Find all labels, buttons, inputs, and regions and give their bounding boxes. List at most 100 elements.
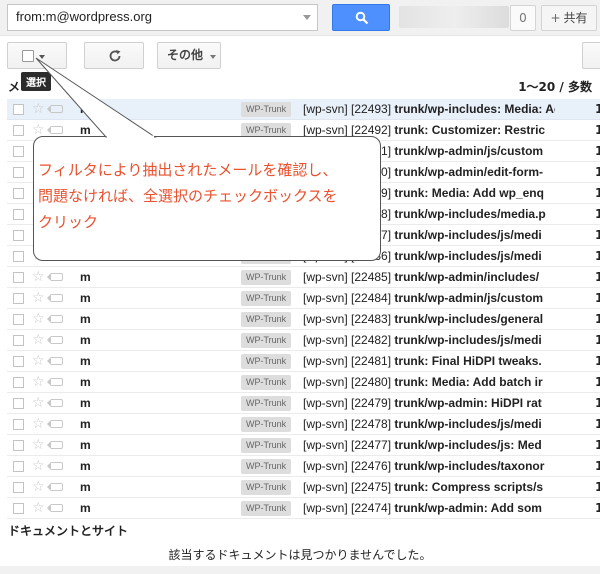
row-checkbox[interactable] xyxy=(13,377,24,388)
date: 1 xyxy=(595,480,600,494)
important-marker-icon[interactable] xyxy=(47,462,63,470)
label-badge[interactable]: WP-Trunk xyxy=(241,396,292,411)
message-row[interactable]: ☆ m WP-Trunk [wp-svn] [22479] trunk/wp-admi… xyxy=(7,393,600,414)
date: 1 xyxy=(595,417,600,431)
message-row[interactable]: ☆ m WP-Trunk [wp-svn] [22476] trunk/wp-incl… xyxy=(7,456,600,477)
label-badge[interactable]: WP-Trunk xyxy=(241,501,292,516)
subject: [wp-svn] [22478] trunk/wp-includes/js/me… xyxy=(303,417,555,431)
subject-prefix: [wp-svn] [22477] xyxy=(303,438,392,452)
subject-prefix: [wp-svn] [22483] xyxy=(303,312,392,326)
sender: m xyxy=(80,480,91,494)
important-marker-icon[interactable] xyxy=(47,315,63,323)
docs-empty-message: 該当するドキュメントは見つかりませんでした。 xyxy=(168,548,432,562)
row-checkbox[interactable] xyxy=(13,335,24,346)
subject: [wp-svn] [22482] trunk/wp-includes/js/me… xyxy=(303,333,555,347)
important-marker-icon[interactable] xyxy=(47,336,63,344)
label-badge[interactable]: WP-Trunk xyxy=(241,312,292,327)
subject-prefix: [wp-svn] [22481] xyxy=(303,354,392,368)
subject: [wp-svn] [22475] trunk: Compress scripts… xyxy=(303,480,555,494)
important-marker-icon[interactable] xyxy=(47,378,63,386)
subject-prefix: [wp-svn] [22479] xyxy=(303,396,392,410)
subject: [wp-svn] [22483] trunk/wp-includes/gener… xyxy=(303,312,555,326)
row-checkbox[interactable] xyxy=(13,419,24,430)
sender: m xyxy=(80,438,91,452)
label-badge[interactable]: WP-Trunk xyxy=(241,375,292,390)
star-icon[interactable]: ☆ xyxy=(32,310,45,328)
subject-prefix: [wp-svn] [22478] xyxy=(303,417,392,431)
star-icon[interactable]: ☆ xyxy=(32,415,45,433)
message-row[interactable]: ☆ m WP-Trunk [wp-svn] [22482] trunk/wp-incl… xyxy=(7,330,600,351)
sender: m xyxy=(80,417,91,431)
date: 1 xyxy=(595,438,600,452)
docs-section-title: ドキュメントとサイト xyxy=(8,524,129,538)
row-checkbox[interactable] xyxy=(13,398,24,409)
date: 1 xyxy=(595,354,600,368)
date: 1 xyxy=(595,501,600,515)
subject-text: trunk/wp-includes/js: Med xyxy=(391,438,542,452)
label-badge[interactable]: WP-Trunk xyxy=(241,459,292,474)
subject-prefix: [wp-svn] [22475] xyxy=(303,480,392,494)
subject-text: trunk/wp-includes/general xyxy=(391,312,544,326)
important-marker-icon[interactable] xyxy=(47,357,63,365)
date: 1 xyxy=(595,375,600,389)
sender: m xyxy=(80,333,91,347)
important-marker-icon[interactable] xyxy=(47,441,63,449)
message-row[interactable]: ☆ m WP-Trunk [wp-svn] [22480] trunk: Media:… xyxy=(7,372,600,393)
subject-text: trunk/wp-admin: Add som xyxy=(391,501,542,515)
important-marker-icon[interactable] xyxy=(47,483,63,491)
sender: m xyxy=(80,501,91,515)
important-marker-icon[interactable] xyxy=(47,420,63,428)
sender: m xyxy=(80,354,91,368)
bottom-bar xyxy=(0,566,600,574)
star-icon[interactable]: ☆ xyxy=(32,457,45,475)
subject-text: trunk/wp-includes/js/medi xyxy=(391,417,542,431)
date: 1 xyxy=(595,312,600,326)
subject: [wp-svn] [22477] trunk/wp-includes/js: M… xyxy=(303,438,555,452)
star-icon[interactable]: ☆ xyxy=(32,331,45,349)
label-badge[interactable]: WP-Trunk xyxy=(241,333,292,348)
star-icon[interactable]: ☆ xyxy=(32,394,45,412)
subject-text: trunk: Compress scripts/s xyxy=(391,480,544,494)
row-checkbox[interactable] xyxy=(13,461,24,472)
label-badge[interactable]: WP-Trunk xyxy=(241,354,292,369)
row-checkbox[interactable] xyxy=(13,440,24,451)
subject-text: trunk/wp-includes/taxonor xyxy=(391,459,545,473)
subject-text: trunk: Media: Add batch ir xyxy=(391,375,543,389)
label-badge[interactable]: WP-Trunk xyxy=(241,480,292,495)
subject: [wp-svn] [22479] trunk/wp-admin: HiDPI r… xyxy=(303,396,555,410)
subject: [wp-svn] [22474] trunk/wp-admin: Add som xyxy=(303,501,555,515)
row-checkbox[interactable] xyxy=(13,314,24,325)
sender: m xyxy=(80,396,91,410)
sender: m xyxy=(80,312,91,326)
message-row[interactable]: ☆ m WP-Trunk [wp-svn] [22478] trunk/wp-incl… xyxy=(7,414,600,435)
star-icon[interactable]: ☆ xyxy=(32,478,45,496)
subject-text: trunk/wp-includes/js/medi xyxy=(391,333,542,347)
callout-pointer-icon xyxy=(35,57,157,139)
important-marker-icon[interactable] xyxy=(47,504,63,512)
label-badge[interactable]: WP-Trunk xyxy=(241,438,292,453)
date: 1 xyxy=(595,459,600,473)
message-row[interactable]: ☆ m WP-Trunk [wp-svn] [22475] trunk: Compre… xyxy=(7,477,600,498)
sender: m xyxy=(80,375,91,389)
star-icon[interactable]: ☆ xyxy=(32,373,45,391)
message-row[interactable]: ☆ m WP-Trunk [wp-svn] [22474] trunk/wp-admi… xyxy=(7,498,600,519)
subject-prefix: [wp-svn] [22476] xyxy=(303,459,392,473)
message-row[interactable]: ☆ m WP-Trunk [wp-svn] [22477] trunk/wp-incl… xyxy=(7,435,600,456)
row-checkbox[interactable] xyxy=(13,482,24,493)
row-checkbox[interactable] xyxy=(13,503,24,514)
star-icon[interactable]: ☆ xyxy=(32,499,45,517)
subject-text: trunk: Final HiDPI tweaks. xyxy=(391,354,542,368)
row-checkbox[interactable] xyxy=(13,356,24,367)
star-icon[interactable]: ☆ xyxy=(32,436,45,454)
star-icon[interactable]: ☆ xyxy=(32,352,45,370)
subject-prefix: [wp-svn] [22480] xyxy=(303,375,392,389)
important-marker-icon[interactable] xyxy=(47,399,63,407)
label-badge[interactable]: WP-Trunk xyxy=(241,417,292,432)
date: 1 xyxy=(595,396,600,410)
date: 1 xyxy=(595,333,600,347)
sender: m xyxy=(80,459,91,473)
subject: [wp-svn] [22481] trunk: Final HiDPI twea… xyxy=(303,354,555,368)
message-row[interactable]: ☆ m WP-Trunk [wp-svn] [22481] trunk: Final … xyxy=(7,351,600,372)
subject: [wp-svn] [22480] trunk: Media: Add batch… xyxy=(303,375,555,389)
message-row[interactable]: ☆ m WP-Trunk [wp-svn] [22483] trunk/wp-incl… xyxy=(7,309,600,330)
